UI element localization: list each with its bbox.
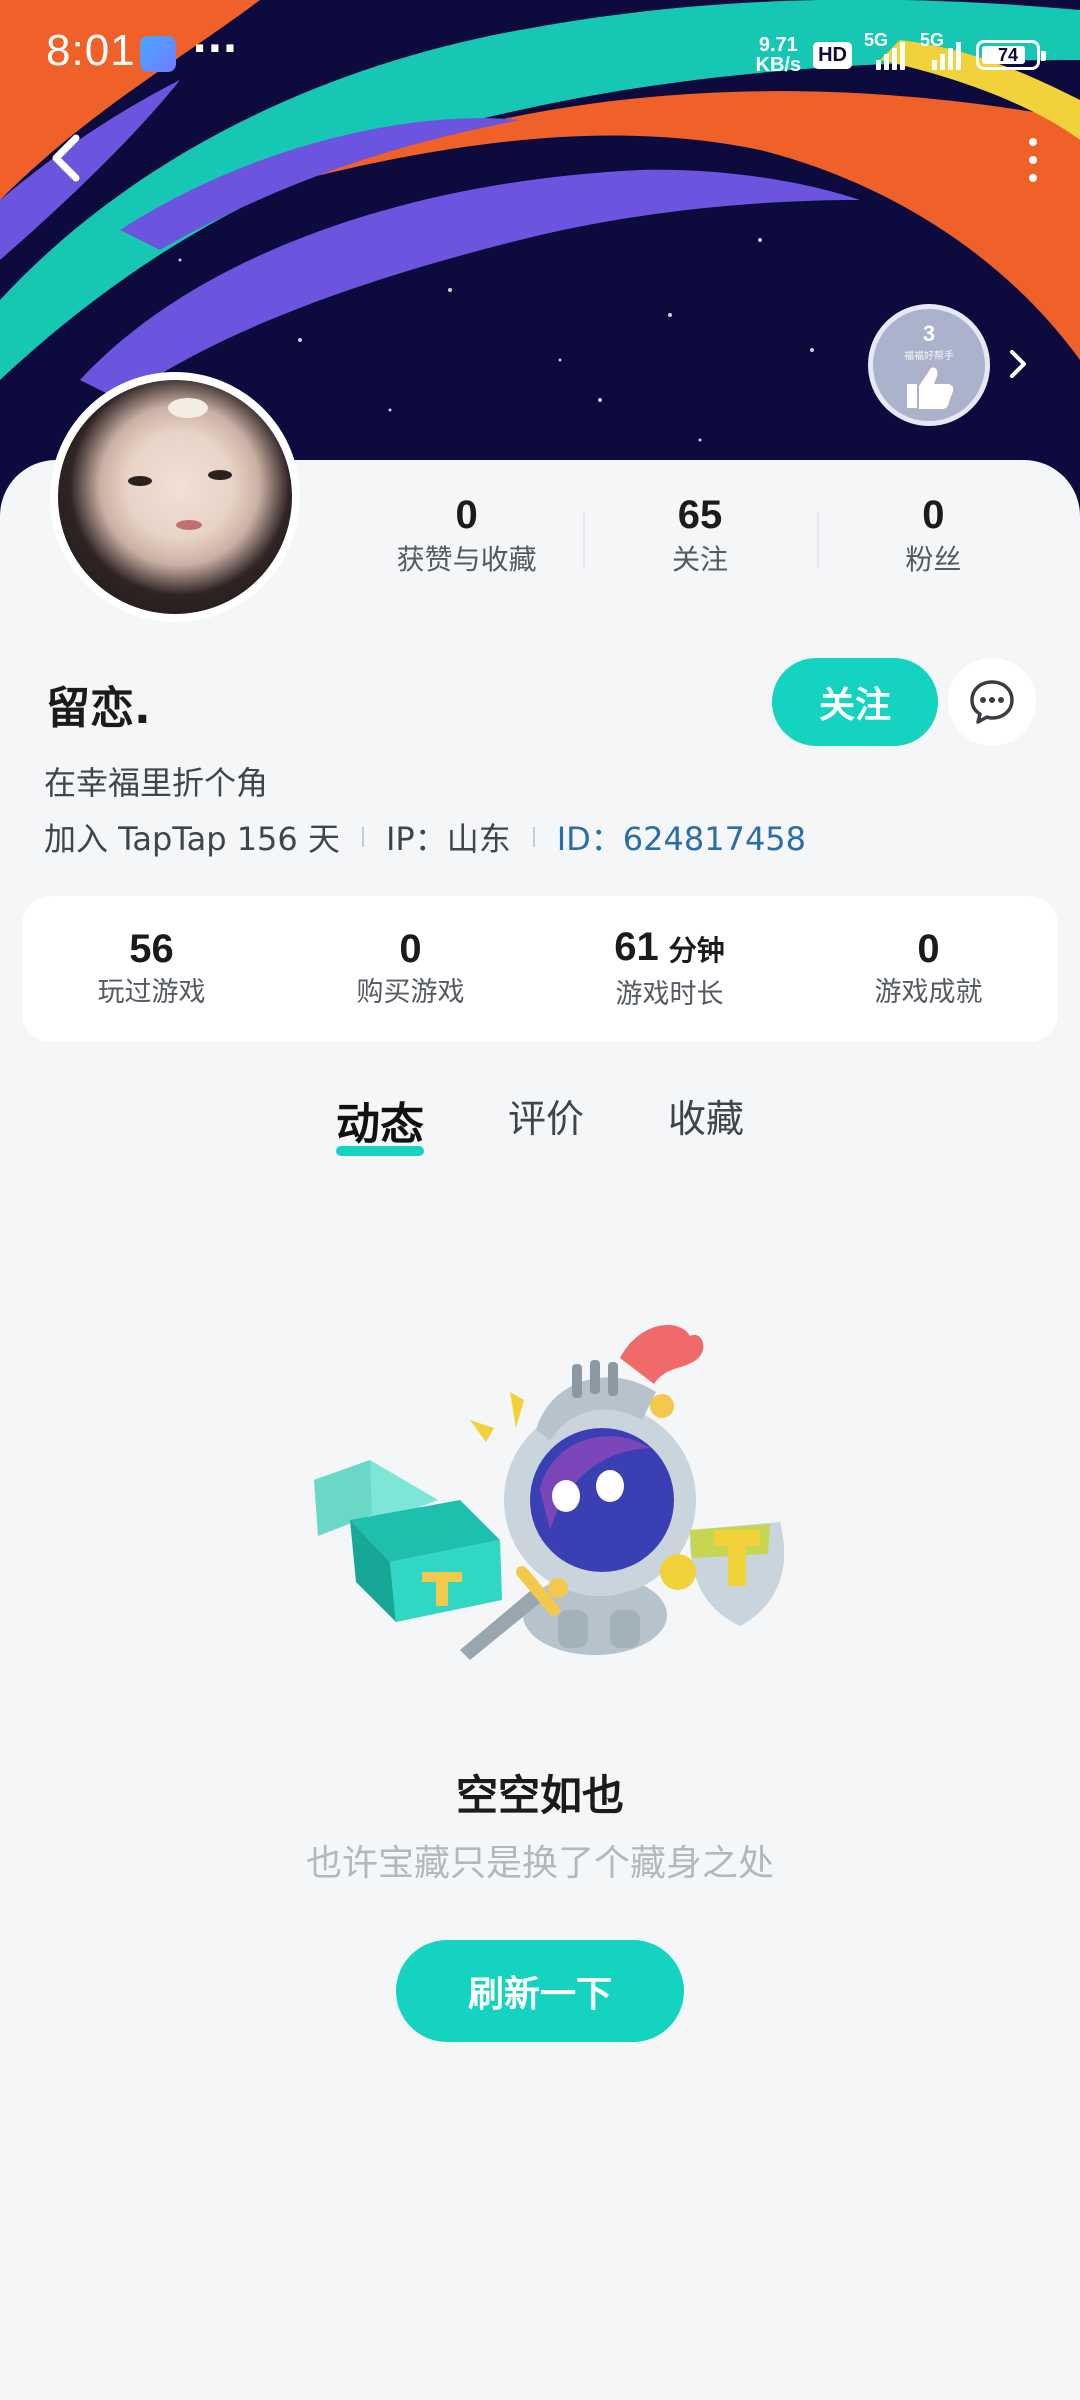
follow-button[interactable]: 关注 <box>772 658 938 746</box>
stat-followers-value: 0 <box>922 493 945 537</box>
empty-state-title: 空空如也 <box>455 1771 624 1820</box>
battery-icon: 74 <box>976 40 1046 70</box>
thumbs-up-icon <box>907 367 954 409</box>
medal-count: 3 <box>922 321 936 346</box>
stat-followers[interactable]: 0 粉丝 <box>816 490 1050 590</box>
game-stats-panel: 56 玩过游戏 0 购买游戏 61 分钟 游戏时长 0 游戏成就 <box>22 896 1058 1042</box>
bio-text: 在幸福里折个角 <box>44 764 269 802</box>
network-speed-value: 9.71 <box>758 34 798 56</box>
tab-favorites-label: 收藏 <box>668 1097 745 1141</box>
status-indicators: 9.71 KB/s HD 5G 5G 74 <box>756 30 1046 80</box>
gstat-playtime-value: 61 分钟 <box>614 925 725 969</box>
profile-meta: 加入 TapTap 156 天 IP：山东 ID：624817458 <box>44 814 806 860</box>
gstat-purchased-value: 0 <box>399 927 422 971</box>
signal-strength-icon-2: 5G <box>920 30 964 70</box>
medal-caption: 福福好帮手 <box>904 351 954 362</box>
status-bar: 8:01 ··· 9.71 KB/s HD 5G 5G 74 <box>0 0 1080 104</box>
stat-following[interactable]: 65 关注 <box>583 490 816 590</box>
user-id[interactable]: ID：624817458 <box>557 814 806 860</box>
tab-feed-label: 动态 <box>335 1099 424 1150</box>
stat-likes-value: 0 <box>455 493 478 537</box>
signal-strength-icon: 5G <box>864 30 908 70</box>
ip-location: IP：山东 <box>385 820 511 858</box>
treasure-chest-icon <box>314 1460 502 1622</box>
stat-following-label: 关注 <box>671 543 728 576</box>
username: 留恋. <box>46 683 151 734</box>
gstat-playtime[interactable]: 61 分钟 游戏时长 <box>540 923 799 1015</box>
chevron-right-icon <box>1010 350 1026 378</box>
hd-voice-icon: HD <box>813 41 852 69</box>
stat-likes-label: 获赞与收藏 <box>396 543 537 576</box>
divider <box>532 827 535 847</box>
gstat-purchased[interactable]: 0 购买游戏 <box>281 925 540 1013</box>
gstat-played-label: 玩过游戏 <box>97 977 206 1008</box>
medal-badge[interactable]: 3 福福好帮手 <box>868 304 990 426</box>
status-time: 8:01 <box>46 26 136 75</box>
stat-following-value: 65 <box>677 493 723 537</box>
app-notification-icon <box>140 36 176 72</box>
empty-state-illustration <box>314 1325 785 1660</box>
gstat-played-value: 56 <box>129 927 174 971</box>
more-options-button[interactable] <box>1018 138 1048 182</box>
profile-stats: 0 获赞与收藏 65 关注 0 粉丝 <box>350 490 1050 590</box>
medal-more-button[interactable] <box>1006 344 1032 384</box>
signal-type-1: 5G <box>864 30 889 50</box>
gstat-playtime-label: 游戏时长 <box>615 979 724 1010</box>
chat-bubble-icon <box>970 680 1014 724</box>
gstat-playtime-unit: 分钟 <box>668 934 725 967</box>
stat-followers-label: 粉丝 <box>905 543 962 576</box>
tab-reviews-label: 评价 <box>507 1097 584 1141</box>
join-duration: 加入 TapTap 156 天 <box>44 820 340 858</box>
avatar[interactable] <box>50 372 300 622</box>
status-more-indicator: ··· <box>192 26 238 72</box>
tab-feed[interactable]: 动态 <box>335 1088 424 1168</box>
empty-state-subtitle: 也许宝藏只是换了个藏身之处 <box>305 1843 774 1884</box>
gstat-played[interactable]: 56 玩过游戏 <box>22 925 281 1013</box>
more-vertical-icon <box>1029 138 1037 146</box>
tab-favorites[interactable]: 收藏 <box>668 1088 744 1168</box>
stat-likes[interactable]: 0 获赞与收藏 <box>350 490 583 590</box>
network-speed-unit: KB/s <box>755 54 802 76</box>
gstat-achievements-label: 游戏成就 <box>874 977 983 1008</box>
content-tabs: 动态 评价 收藏 <box>0 1088 1080 1168</box>
signal-type-2: 5G <box>920 30 945 50</box>
refresh-button[interactable]: 刷新一下 <box>396 1940 684 2042</box>
network-speed: 9.71 KB/s <box>756 35 802 75</box>
divider <box>361 827 364 847</box>
tab-reviews[interactable]: 评价 <box>508 1088 584 1168</box>
chevron-left-icon <box>52 134 80 182</box>
gstat-achievements[interactable]: 0 游戏成就 <box>799 925 1058 1013</box>
back-button[interactable] <box>42 128 94 188</box>
gstat-achievements-value: 0 <box>917 927 940 971</box>
battery-level: 74 <box>997 44 1019 65</box>
message-button[interactable] <box>948 658 1036 746</box>
gstat-purchased-label: 购买游戏 <box>356 977 465 1008</box>
